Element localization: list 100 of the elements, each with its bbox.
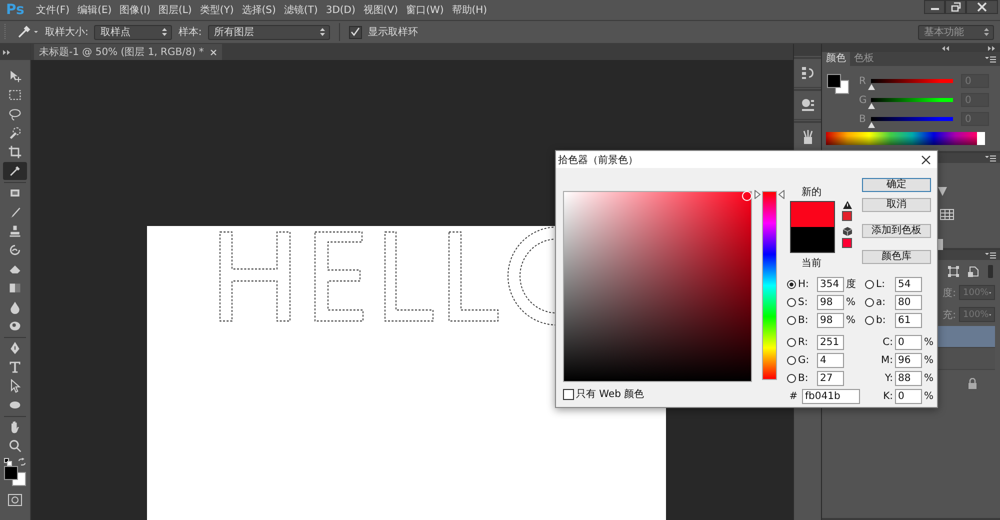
unit-label: % (924, 336, 934, 348)
checkbox[interactable] (563, 388, 574, 400)
menu-item[interactable]: 文件(F) (34, 3, 72, 17)
slider-thumb[interactable] (754, 190, 785, 200)
scroll-handle-icon[interactable] (988, 265, 993, 278)
value-field[interactable]: 80 (895, 294, 922, 310)
move-icon (8, 69, 22, 83)
value-field[interactable]: 4 (817, 352, 844, 368)
lasso-icon (8, 107, 22, 121)
app-logo: Ps (6, 2, 26, 18)
menu-item[interactable]: 帮助(H) (450, 3, 490, 17)
swap-icon[interactable] (18, 458, 26, 466)
minimize-button[interactable] (924, 0, 945, 14)
radio-button[interactable] (865, 280, 874, 288)
color-cursor[interactable] (742, 190, 752, 201)
crop-icon (8, 145, 22, 159)
history-icon (800, 66, 814, 80)
value-field[interactable]: 354 (817, 276, 844, 292)
path-select-icon (8, 379, 22, 393)
dropdown-arrows-icon (320, 28, 325, 36)
sample-dropdown[interactable]: 所有图层 (208, 24, 330, 40)
radio-button[interactable] (865, 316, 874, 324)
radio-button[interactable] (787, 338, 796, 346)
fill-label: 充: (942, 308, 956, 322)
web-color-swatch[interactable] (842, 238, 852, 248)
panel-tab[interactable]: 颜色 (822, 52, 850, 66)
document-icon[interactable] (968, 266, 979, 277)
radio-button[interactable] (787, 316, 796, 324)
value-field[interactable]: 98 (817, 294, 844, 310)
close-icon (977, 2, 987, 12)
radio-button[interactable] (787, 280, 796, 288)
channel-label: B (859, 114, 867, 124)
value-field[interactable]: 0 (895, 388, 922, 404)
slider-thumb[interactable] (868, 84, 875, 90)
color-swatches-drawing[interactable] (827, 74, 849, 94)
dialog-title: 拾色器（前景色） (558, 154, 638, 166)
color-swatches-drawing[interactable] (4, 466, 26, 486)
quick-mask-icon[interactable] (8, 494, 22, 506)
color-field[interactable] (563, 191, 752, 382)
menu-item[interactable]: 类型(Y) (198, 3, 236, 17)
close-icon[interactable] (921, 154, 931, 164)
dodge-icon (8, 319, 22, 333)
eyedropper-icon[interactable] (17, 25, 39, 39)
menu-item[interactable]: 窗口(W) (404, 3, 446, 17)
dialog-button[interactable]: 添加到色板 (862, 224, 931, 238)
lock-icon[interactable] (968, 378, 977, 389)
field-label: C: (882, 336, 893, 348)
grip-icon (4, 24, 7, 40)
radio-button[interactable] (787, 356, 796, 364)
value-field[interactable]: 61 (895, 312, 922, 328)
warning-icon (842, 201, 852, 209)
dialog-button[interactable]: 颜色库 (862, 250, 931, 264)
gamut-color-swatch[interactable] (842, 211, 852, 221)
restore-button[interactable] (945, 0, 966, 14)
tool-button[interactable] (3, 162, 27, 180)
expand-icon[interactable] (3, 50, 11, 54)
marquee-icon (8, 88, 22, 102)
menu-item[interactable]: 3D(D) (324, 4, 358, 16)
transform-icon[interactable] (948, 266, 959, 277)
dialog-button[interactable]: 确定 (862, 178, 931, 192)
grid-icon[interactable] (940, 209, 954, 220)
unit-label: % (846, 314, 856, 326)
menu-item[interactable]: 选择(S) (240, 3, 278, 17)
menu-item[interactable]: 滤镜(T) (282, 3, 320, 17)
sample-label: 样本: (178, 26, 202, 39)
color-comparison-swatch[interactable] (790, 201, 835, 253)
slider-thumb[interactable] (868, 122, 875, 128)
panel-tab[interactable]: 色板 (850, 52, 878, 66)
cube-icon (842, 227, 852, 236)
hex-field[interactable]: fb041b (802, 388, 860, 404)
dropdown-arrows-icon (984, 28, 989, 36)
checkbox[interactable] (348, 26, 362, 38)
value-field[interactable]: 54 (895, 276, 922, 292)
default-colors-icon[interactable] (4, 458, 12, 466)
triangle-icon[interactable] (938, 187, 947, 196)
sample-size-dropdown[interactable]: 取样点 (94, 24, 172, 40)
close-button[interactable] (966, 0, 998, 14)
menu-item[interactable]: 图层(L) (156, 3, 194, 17)
value-field[interactable]: 88 (895, 370, 922, 386)
value-field[interactable]: 27 (817, 370, 844, 386)
field-label: B: (798, 314, 810, 326)
radio-button[interactable] (787, 374, 796, 382)
unit-label: % (924, 372, 934, 384)
unit-label: % (924, 390, 934, 402)
menu-item[interactable]: 视图(V) (361, 3, 400, 17)
value-field[interactable]: 96 (895, 352, 922, 368)
dialog-button[interactable]: 取消 (862, 198, 931, 212)
menu-item[interactable]: 图像(I) (118, 3, 152, 17)
value-field[interactable]: 0 (895, 334, 922, 350)
document-tab[interactable]: 未标题-1 @ 50% (图层 1, RGB/8) * (34, 44, 222, 60)
radio-button[interactable] (865, 298, 874, 306)
panel-menu-icon[interactable] (985, 56, 996, 62)
panel-menu-icon[interactable] (985, 252, 996, 258)
value-field[interactable]: 98 (817, 312, 844, 328)
color-spectrum[interactable] (826, 132, 985, 145)
radio-button[interactable] (787, 298, 796, 306)
panel-menu-icon[interactable] (985, 154, 996, 162)
value-field[interactable]: 251 (817, 334, 844, 350)
menu-item[interactable]: 编辑(E) (76, 3, 114, 17)
slider-thumb[interactable] (868, 103, 875, 109)
